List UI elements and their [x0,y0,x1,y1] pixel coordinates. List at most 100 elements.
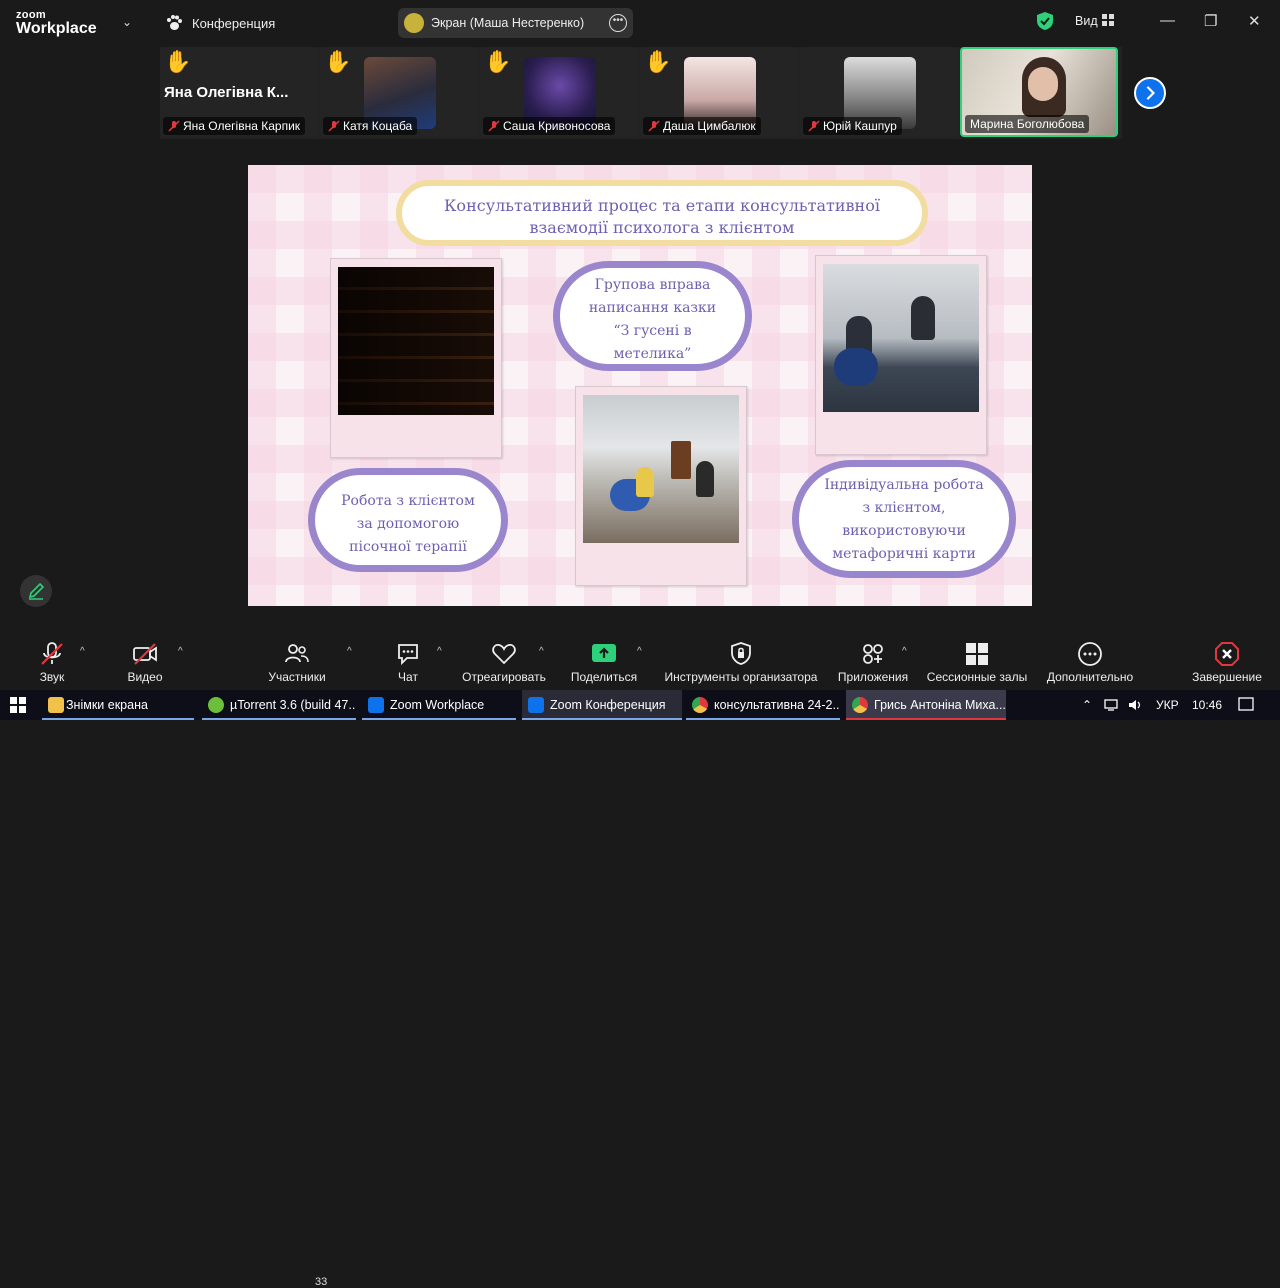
close-icon[interactable]: ✕ [1248,12,1261,30]
clock[interactable]: 10:46 [1192,698,1222,712]
participant-tile[interactable]: Юрій Кашпур [800,47,958,137]
mic-off-icon [648,120,660,132]
participant-tile[interactable]: ✋ Яна Олегівна К... Яна Олегівна Карпик [160,47,318,137]
shared-screen-slide: Консультативний процес та етапи консульт… [248,165,1032,606]
audio-options-caret[interactable]: ^ [80,646,85,657]
apps-label: Приложения [837,670,909,684]
windows-taskbar: Знімки екрана µTorrent 3.6 (build 47... … [0,690,1280,720]
grid-view-icon[interactable] [1102,14,1114,26]
chrome-icon [852,697,868,713]
taskbar-item-chrome-2[interactable]: Грись Антоніна Миха... [846,690,1006,720]
minimize-icon[interactable]: — [1160,12,1175,29]
windows-start-icon[interactable] [10,697,26,713]
host-shield-icon [731,642,751,665]
taskbar-item-chrome[interactable]: консультативна 24-2... [686,690,840,720]
participant-name-tag: Катя Коцаба [323,117,418,135]
conference-label[interactable]: Конференция [192,16,275,31]
share-options-caret[interactable]: ^ [637,646,642,657]
raised-hand-icon: ✋ [164,49,192,74]
slide-title-banner: Консультативний процес та етапи консульт… [396,180,928,246]
host-tools-button[interactable]: Инструменты организатора [660,630,822,690]
breakout-rooms-button[interactable]: Сессионные залы [924,630,1030,690]
zoom-icon [528,697,544,713]
taskbar-item-label: консультативна 24-2... [714,698,840,712]
share-screen-icon [592,644,616,662]
title-bar: zoom Workplace ⌄ Конференция Экран (Маша… [0,0,1280,46]
chat-button[interactable]: Чат [382,630,434,690]
video-button[interactable]: Видео [115,630,175,690]
participant-name-tag: Марина Боголюбова [965,115,1090,133]
security-shield-icon[interactable] [1036,11,1054,31]
video-options-caret[interactable]: ^ [178,646,183,657]
participant-name-tag: Даша Цимбалюк [643,117,761,135]
share-screen-button[interactable]: Поделиться [564,630,644,690]
raised-hand-icon: ✋ [484,49,512,74]
zoom-icon [368,697,384,713]
participants-options-caret[interactable]: ^ [347,646,352,657]
workplace-logo: Workplace [16,20,97,37]
participants-label: Участники [268,670,326,684]
audio-label: Звук [39,670,65,684]
participant-name: Саша Кривоносова [503,119,611,133]
taskbar-item-label: µTorrent 3.6 (build 47... [230,698,356,712]
active-speaker-tile[interactable]: Марина Боголюбова [960,47,1118,137]
taskbar-item-label: Знімки екрана [66,698,148,712]
caption-line: “З гусені в [613,323,692,339]
share-label: Поделиться [570,670,638,684]
participants-button[interactable]: Участники [262,630,332,690]
participant-tile[interactable]: ✋ Даша Цимбалюк [640,47,798,137]
taskbar-item-zoom-workplace[interactable]: Zoom Workplace [362,690,516,720]
taskbar-item-folder[interactable]: Знімки екрана [42,690,194,720]
participant-tile[interactable]: ✋ Саша Кривоносова [480,47,638,137]
taskbar-item-utorrent[interactable]: µTorrent 3.6 (build 47... [202,690,356,720]
slide-title-line: Консультативний процес та етапи консульт… [444,196,880,215]
react-options-caret[interactable]: ^ [539,646,544,657]
chat-options-caret[interactable]: ^ [437,646,442,657]
network-icon[interactable] [1104,698,1120,712]
tray-chevron-icon[interactable]: ⌃ [1082,698,1092,712]
apps-button[interactable]: Приложения [834,630,912,690]
paw-icon [167,15,182,30]
participant-name: Юрій Кашпур [823,119,897,133]
chevron-down-icon[interactable]: ⌄ [122,15,132,29]
view-menu[interactable]: Вид [1075,14,1098,28]
screen-share-indicator[interactable]: Экран (Маша Нестеренко) ••• [398,8,633,38]
taskbar-item-zoom-meeting[interactable]: Zoom Конференция [522,690,682,720]
caption-sand-therapy: Робота з клієнтом за допомогою пісочної … [308,468,508,572]
caption-line: Робота з клієнтом [341,493,475,509]
volume-icon[interactable] [1128,698,1144,712]
mic-off-icon [488,120,500,132]
notifications-icon[interactable] [1238,697,1254,713]
apps-options-caret[interactable]: ^ [902,646,907,657]
participant-name: Яна Олегівна Карпик [183,119,301,133]
screen-share-label: Экран (Маша Нестеренко) [431,16,585,30]
audio-button[interactable]: Звук [22,630,82,690]
caption-line: метафоричні карти [832,546,976,562]
taskbar-item-label: Zoom Конференция [550,698,666,712]
presenter-avatar [404,13,424,33]
participants-icon [285,644,309,663]
mic-off-icon [808,120,820,132]
caption-group-exercise: Групова вправа написання казки “З гусені… [553,261,752,371]
mic-off-icon [168,120,180,132]
photo-card-individual [815,255,987,455]
react-label: Отреагировать [462,670,546,684]
participant-tile[interactable]: ✋ Катя Коцаба [320,47,478,137]
caption-line: за допомогою [356,516,460,532]
breakout-rooms-icon [966,643,988,665]
caption-individual-work: Індивідуальна робота з клієнтом, викорис… [792,460,1016,578]
react-button[interactable]: Отреагировать [458,630,550,690]
restore-icon[interactable]: ❐ [1204,12,1217,30]
language-indicator[interactable]: УКР [1156,698,1179,712]
next-page-button[interactable] [1134,77,1166,109]
more-options-icon[interactable]: ••• [609,14,627,32]
taskbar-item-label: Zoom Workplace [390,698,485,712]
annotate-pencil-icon[interactable] [20,575,52,607]
participant-name: Даша Цимбалюк [663,119,756,133]
meeting-toolbar: Звук ^ Видео ^ Участники 33 ^ Чат ^ Отре… [0,630,1280,1288]
video-label: Видео [127,670,163,684]
end-meeting-button[interactable]: Завершение [1184,630,1270,690]
folder-icon [48,697,64,713]
photo-figure [696,461,714,497]
more-button[interactable]: Дополнительно [1040,630,1140,690]
